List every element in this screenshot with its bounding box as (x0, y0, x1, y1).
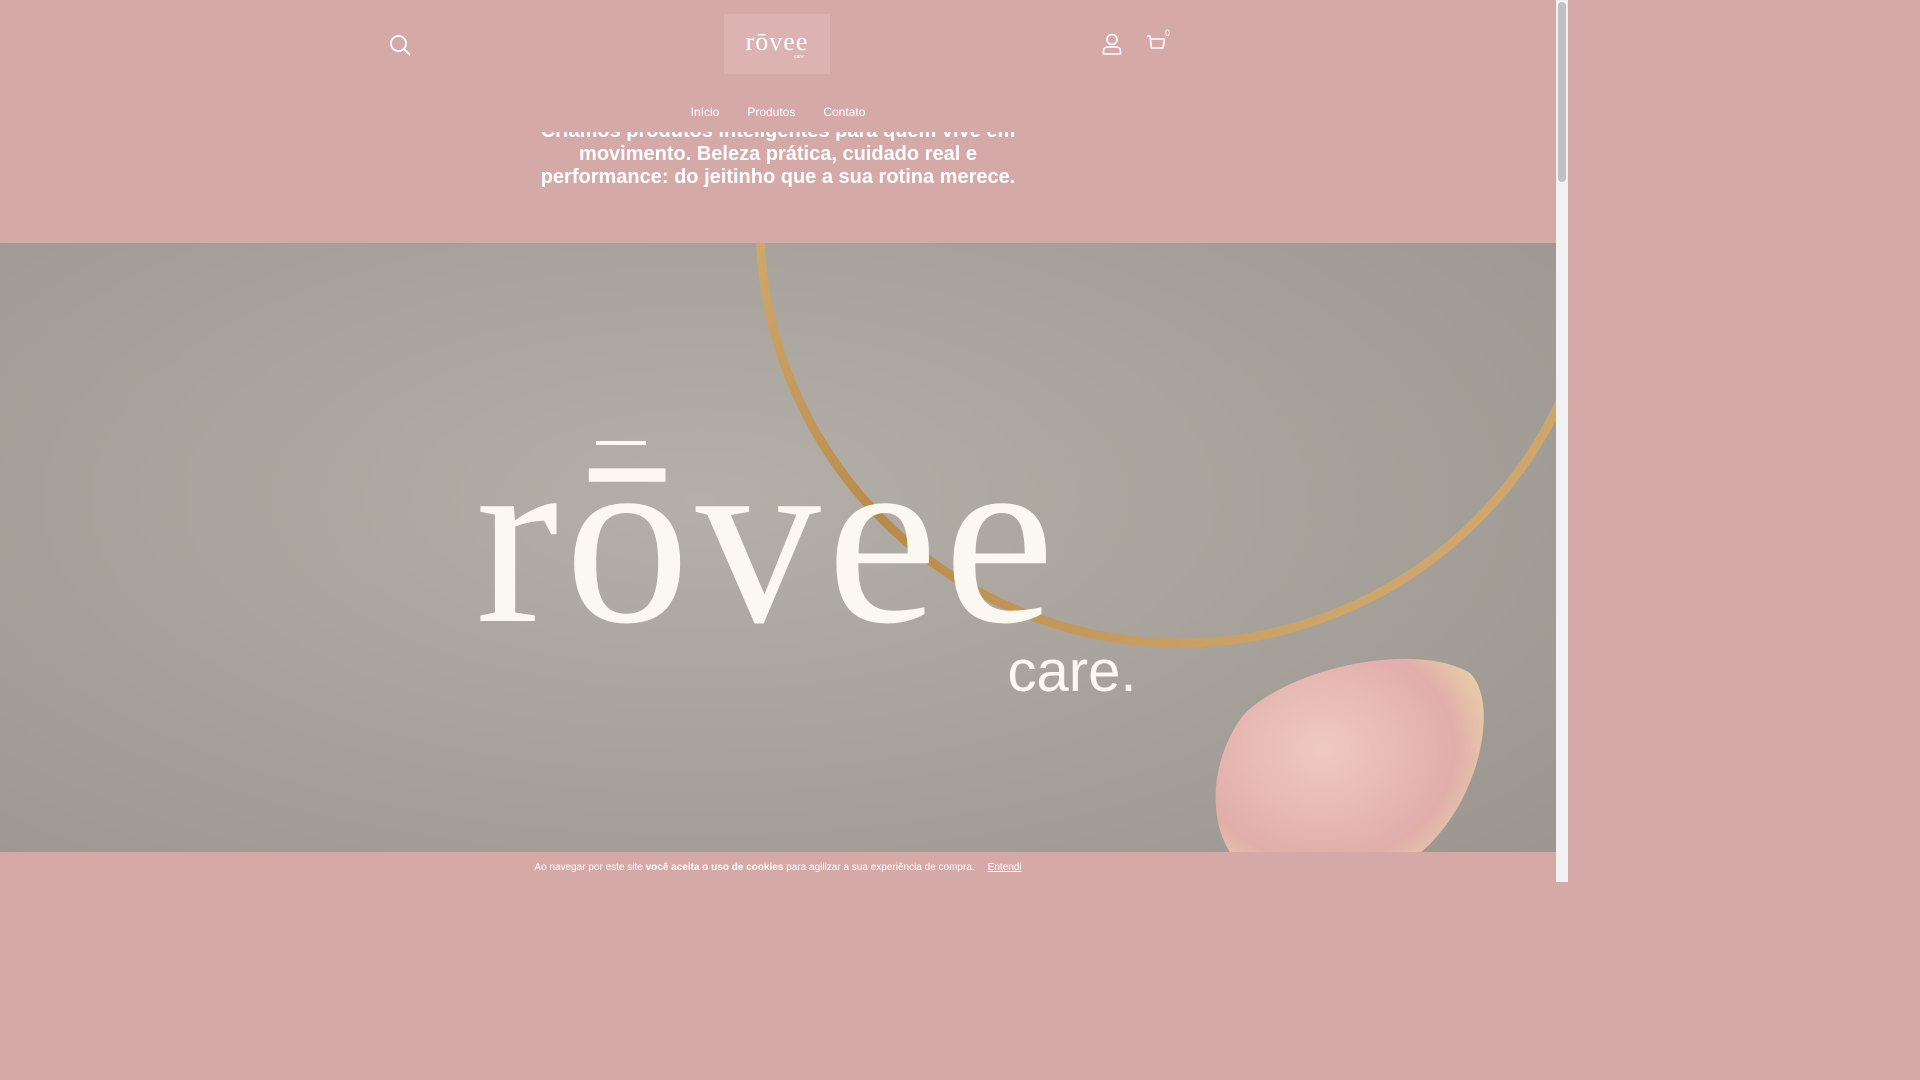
cookie-accept-button[interactable]: Entendi (988, 862, 1022, 873)
hero-brand-word: rōvee (475, 399, 1060, 676)
logo-word: rōvee (745, 26, 809, 56)
hero-banner: rōvee care. (0, 243, 1556, 882)
hero-brand-tagline: care. (1008, 639, 1137, 704)
nav-item-produtos[interactable]: Produtos (747, 102, 795, 122)
cart-count-badge: 0 (1165, 28, 1171, 38)
header-band: rōvee care 0 Criamos produtos inteligent… (0, 0, 1556, 243)
user-icon (1102, 33, 1122, 55)
account-button[interactable] (1099, 31, 1125, 57)
scrollbar[interactable] (1556, 0, 1568, 882)
cookie-text-after: para agilizar a sua experiência de compr… (786, 861, 975, 873)
cart-icon (1147, 35, 1166, 49)
nav-item-contato[interactable]: Contato (823, 102, 865, 122)
logo-subtext: care (794, 53, 804, 60)
search-icon (390, 35, 411, 56)
page: rōvee care 0 Criamos produtos inteligent… (0, 0, 1568, 882)
scrollbar-thumb[interactable] (1558, 2, 1566, 182)
cookie-text-before: Ao navegar por este site (534, 861, 643, 873)
cookie-banner: Ao navegar por este site você aceita o u… (0, 852, 1556, 882)
intro-text: Criamos produtos inteligentes para quem … (540, 120, 1016, 188)
main-nav: Início Produtos Contato (0, 102, 1556, 122)
cookie-text-bold: você aceita o uso de cookies (645, 861, 784, 873)
site-logo[interactable]: rōvee care (724, 14, 830, 74)
nav-item-inicio[interactable]: Início (691, 102, 720, 122)
hero-brand-logo: rōvee care. (475, 399, 1137, 704)
search-button[interactable] (386, 31, 414, 59)
